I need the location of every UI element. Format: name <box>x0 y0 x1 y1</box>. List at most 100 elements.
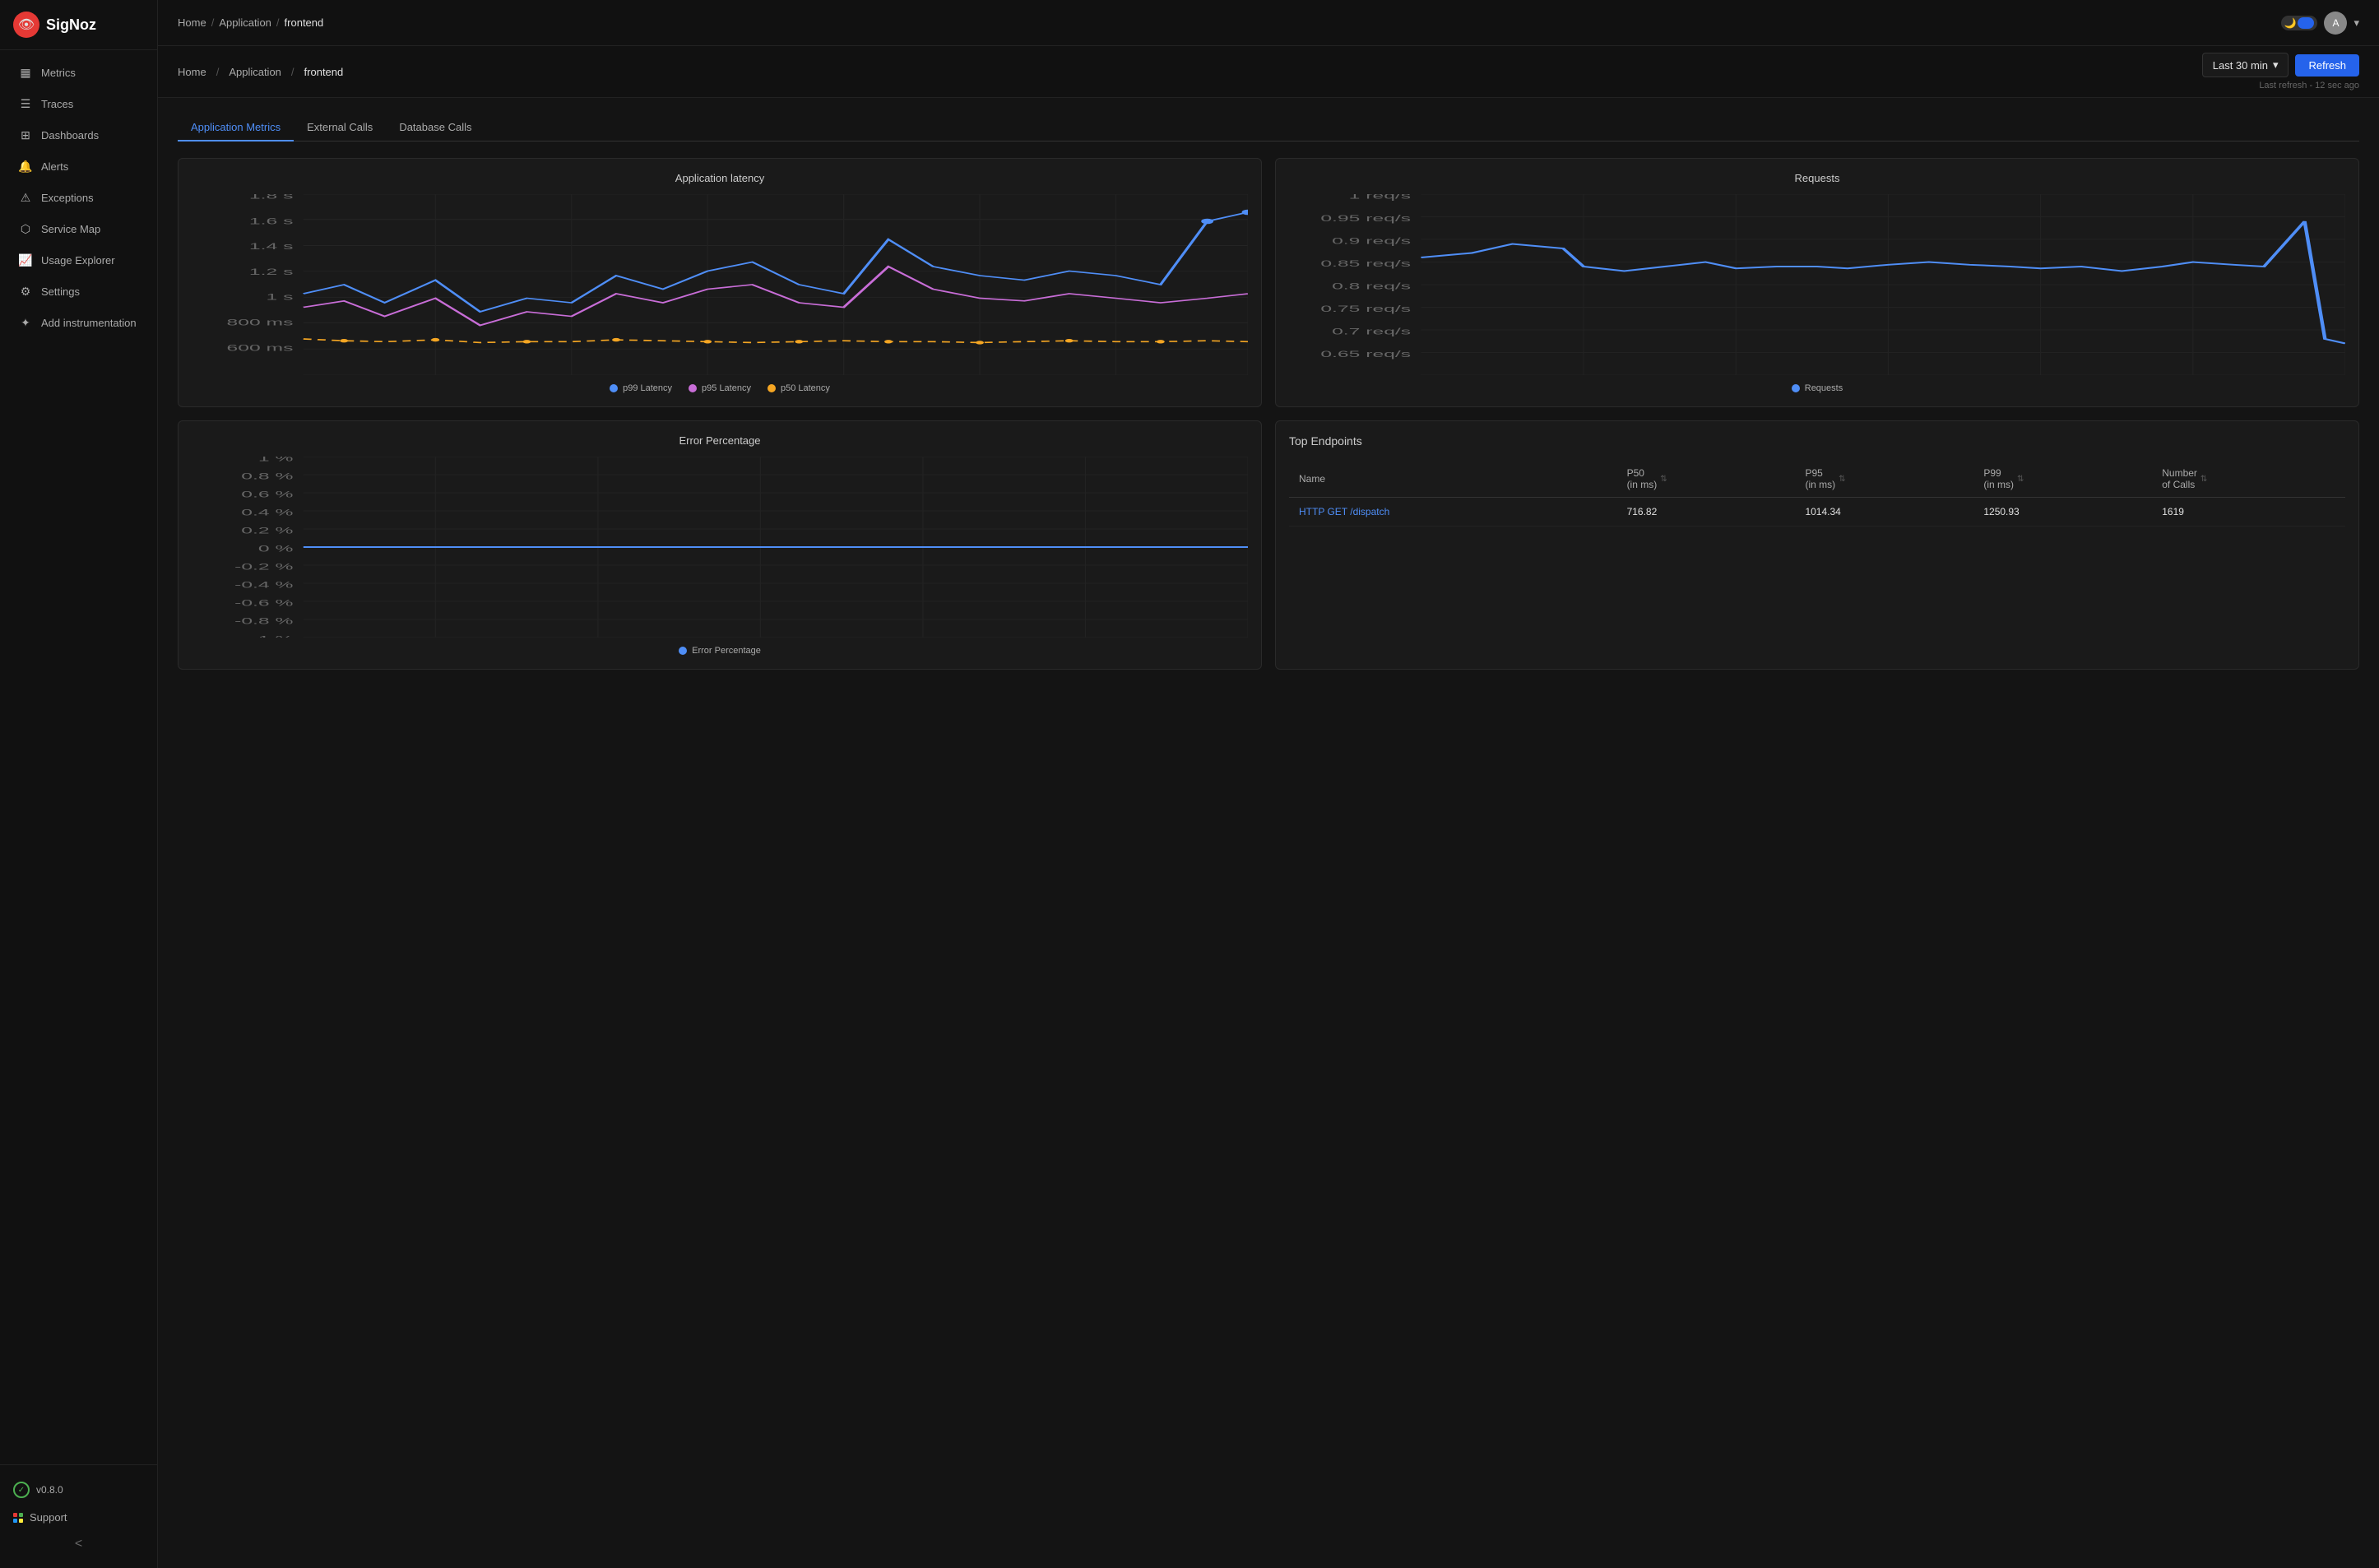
sidebar-item-settings[interactable]: ⚙ Settings <box>5 276 152 307</box>
col-header-calls[interactable]: Numberof Calls ⇅ <box>2152 461 2345 498</box>
exceptions-icon: ⚠ <box>18 191 33 205</box>
sub-breadcrumb-section[interactable]: Application <box>229 66 281 78</box>
legend-requests: Requests <box>1792 383 1843 393</box>
svg-text:0.9 req/s: 0.9 req/s <box>1332 236 1411 246</box>
endpoint-link[interactable]: HTTP GET /dispatch <box>1299 506 1389 517</box>
sub-breadcrumb-home[interactable]: Home <box>178 66 206 78</box>
sidebar: 👁 SigNoz ▦ Metrics ☰ Traces ⊞ Dashboards… <box>0 0 158 1568</box>
tab-application-metrics[interactable]: Application Metrics <box>178 114 294 141</box>
dashboards-icon: ⊞ <box>18 128 33 142</box>
version-check-icon: ✓ <box>13 1482 30 1498</box>
sidebar-item-add-instrumentation[interactable]: ✦ Add instrumentation <box>5 308 152 338</box>
support-icon <box>13 1513 23 1523</box>
sidebar-item-dashboards[interactable]: ⊞ Dashboards <box>5 120 152 151</box>
requests-chart-legend: Requests <box>1289 383 2345 393</box>
svg-text:0.95 req/s: 0.95 req/s <box>1320 214 1411 224</box>
sidebar-label-dashboards: Dashboards <box>41 129 99 141</box>
sidebar-collapse-button[interactable]: < <box>0 1530 157 1558</box>
sidebar-label-add-instrumentation: Add instrumentation <box>41 317 137 329</box>
sidebar-item-support[interactable]: Support <box>0 1505 157 1530</box>
svg-text:-0.4 %: -0.4 % <box>234 580 293 590</box>
app-name: SigNoz <box>46 16 96 34</box>
sort-p95-icon: ⇅ <box>1839 475 1845 484</box>
metrics-icon: ▦ <box>18 66 33 80</box>
app-logo-icon: 👁 <box>13 12 39 38</box>
time-range-chevron: ▾ <box>2273 58 2279 72</box>
endpoints-table: Name P50(in ms) ⇅ <box>1289 461 2345 527</box>
sidebar-item-alerts[interactable]: 🔔 Alerts <box>5 151 152 182</box>
breadcrumb-sep-1: / <box>211 16 215 29</box>
error-percentage-chart: Error Percentage <box>178 420 1262 670</box>
page-header: Home / Application / frontend 🌙 A ▾ <box>158 0 2379 46</box>
legend-p50: p50 Latency <box>767 383 830 393</box>
refresh-button[interactable]: Refresh <box>2295 54 2359 77</box>
charts-row-1: Application latency <box>178 158 2359 407</box>
sort-calls-icon: ⇅ <box>2200 475 2207 484</box>
user-avatar[interactable]: A <box>2324 12 2347 35</box>
sidebar-label-service-map: Service Map <box>41 223 100 235</box>
sidebar-item-service-map[interactable]: ⬡ Service Map <box>5 214 152 244</box>
sort-p50-icon: ⇅ <box>1660 475 1667 484</box>
svg-text:1.2 s: 1.2 s <box>249 267 294 277</box>
col-header-p50[interactable]: P50(in ms) ⇅ <box>1617 461 1796 498</box>
svg-text:1 s: 1 s <box>267 292 294 302</box>
sidebar-label-traces: Traces <box>41 98 73 110</box>
svg-text:0.4 %: 0.4 % <box>241 508 293 517</box>
breadcrumb: Home / Application / frontend <box>178 16 323 29</box>
legend-p95-dot <box>689 384 697 392</box>
sort-p99-icon: ⇅ <box>2017 475 2024 484</box>
latency-chart-legend: p99 Latency p95 Latency p50 Latency <box>192 383 1248 393</box>
sidebar-item-usage-explorer[interactable]: 📈 Usage Explorer <box>5 245 152 276</box>
svg-text:1 %: 1 % <box>258 457 294 463</box>
header-right: 🌙 A ▾ <box>2281 12 2359 35</box>
svg-text:0 %: 0 % <box>258 544 294 554</box>
sidebar-item-metrics[interactable]: ▦ Metrics <box>5 58 152 88</box>
svg-text:0.6 %: 0.6 % <box>241 489 293 499</box>
version-label: v0.8.0 <box>36 1484 63 1496</box>
svg-text:600 ms: 600 ms <box>227 343 294 353</box>
time-range-selector[interactable]: Last 30 min ▾ <box>2202 53 2289 77</box>
breadcrumb-section[interactable]: Application <box>219 16 271 29</box>
svg-text:1 req/s: 1 req/s <box>1349 194 1411 201</box>
legend-p95: p95 Latency <box>689 383 751 393</box>
sidebar-logo: 👁 SigNoz <box>0 0 157 50</box>
col-header-p99[interactable]: P99(in ms) ⇅ <box>1973 461 2152 498</box>
application-latency-chart: Application latency <box>178 158 1262 407</box>
svg-text:-1 %: -1 % <box>252 634 294 638</box>
table-row: HTTP GET /dispatch 716.82 1014.34 1250.9… <box>1289 498 2345 527</box>
tab-external-calls[interactable]: External Calls <box>294 114 386 141</box>
alerts-icon: 🔔 <box>18 160 33 174</box>
time-range-label: Last 30 min <box>2213 59 2268 72</box>
svg-text:0.8 req/s: 0.8 req/s <box>1332 281 1411 291</box>
svg-text:-0.2 %: -0.2 % <box>234 562 293 572</box>
charts-row-2: Error Percentage <box>178 420 2359 670</box>
sidebar-item-traces[interactable]: ☰ Traces <box>5 89 152 119</box>
settings-icon: ⚙ <box>18 285 33 299</box>
endpoint-name-cell: HTTP GET /dispatch <box>1289 498 1617 527</box>
svg-text:1.4 s: 1.4 s <box>249 242 294 252</box>
traces-icon: ☰ <box>18 97 33 111</box>
breadcrumb-current: frontend <box>285 16 324 29</box>
svg-text:-0.8 %: -0.8 % <box>234 616 293 626</box>
sidebar-label-metrics: Metrics <box>41 67 76 79</box>
support-label: Support <box>30 1511 67 1524</box>
svg-text:0.85 req/s: 0.85 req/s <box>1320 259 1411 269</box>
endpoint-p50-cell: 716.82 <box>1617 498 1796 527</box>
legend-error-dot <box>679 647 687 655</box>
breadcrumb-home[interactable]: Home <box>178 16 206 29</box>
svg-text:1.6 s: 1.6 s <box>249 216 294 226</box>
col-header-p95[interactable]: P95(in ms) ⇅ <box>1795 461 1973 498</box>
chevron-down-icon[interactable]: ▾ <box>2353 16 2359 30</box>
last-refresh-text: Last refresh - 12 sec ago <box>2259 81 2359 90</box>
requests-chart: Requests <box>1275 158 2359 407</box>
sidebar-item-exceptions[interactable]: ⚠ Exceptions <box>5 183 152 213</box>
legend-error-percentage: Error Percentage <box>679 646 761 656</box>
top-endpoints-card: Top Endpoints Name P50(in ms) <box>1275 420 2359 670</box>
requests-chart-title: Requests <box>1289 172 2345 184</box>
sub-breadcrumb-page: frontend <box>304 66 344 78</box>
latency-chart-title: Application latency <box>192 172 1248 184</box>
theme-toggle[interactable]: 🌙 <box>2281 16 2318 30</box>
legend-p99-dot <box>610 384 618 392</box>
tab-database-calls[interactable]: Database Calls <box>386 114 485 141</box>
endpoint-calls-cell: 1619 <box>2152 498 2345 527</box>
